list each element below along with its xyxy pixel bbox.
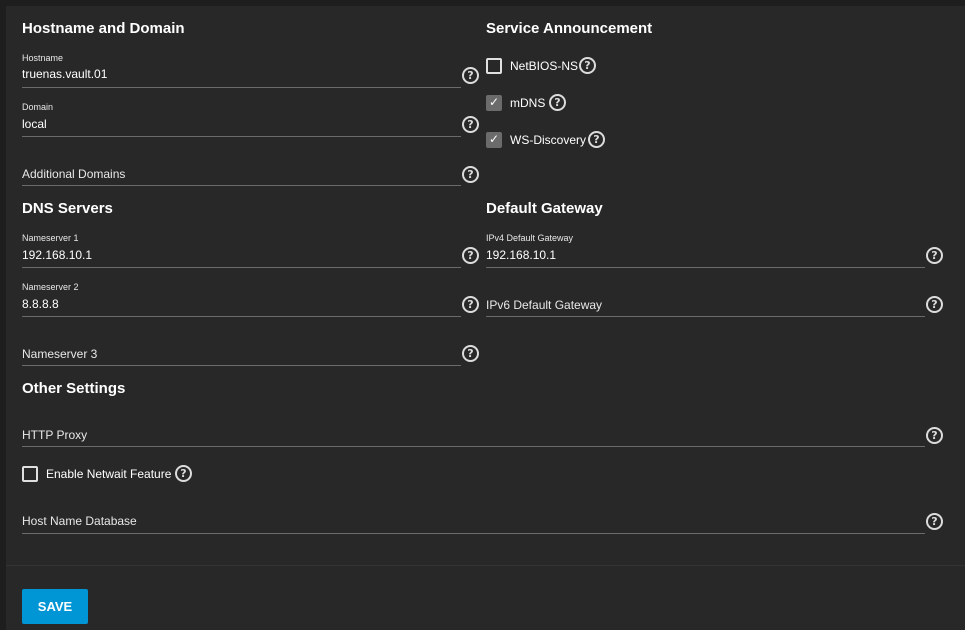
nameserver2-underline <box>22 316 461 317</box>
nameserver2-input[interactable]: 8.8.8.8 <box>22 297 460 311</box>
help-circle-icon[interactable]: ? <box>462 247 479 264</box>
domain-label: Domain <box>22 102 54 112</box>
nameserver1-label: Nameserver 1 <box>22 233 79 243</box>
additional-domains-input[interactable]: Additional Domains <box>22 167 460 181</box>
nameserver1-input[interactable]: 192.168.10.1 <box>22 248 460 262</box>
section-title-dns-servers: DNS Servers <box>22 200 113 217</box>
help-circle-icon[interactable]: ? <box>462 116 479 133</box>
help-circle-icon[interactable]: ? <box>926 247 943 264</box>
help-circle-icon[interactable]: ? <box>926 296 943 313</box>
help-circle-icon[interactable]: ? <box>462 345 479 362</box>
help-circle-icon[interactable]: ? <box>175 465 192 482</box>
help-circle-icon[interactable]: ? <box>926 513 943 530</box>
host-name-database-input[interactable]: Host Name Database <box>22 514 922 528</box>
help-circle-icon[interactable]: ? <box>926 427 943 444</box>
help-circle-icon[interactable]: ? <box>462 67 479 84</box>
footer-divider <box>6 565 965 566</box>
netwait-checkbox[interactable] <box>22 466 38 482</box>
section-title-hostname-domain: Hostname and Domain <box>22 20 185 37</box>
nameserver1-underline <box>22 267 461 268</box>
additional-domains-underline <box>22 185 461 186</box>
save-button[interactable]: SAVE <box>22 589 88 624</box>
http-proxy-input[interactable]: HTTP Proxy <box>22 428 922 442</box>
ipv6-gateway-underline <box>486 316 925 317</box>
help-circle-icon[interactable]: ? <box>462 166 479 183</box>
http-proxy-underline <box>22 446 925 447</box>
nameserver2-label: Nameserver 2 <box>22 282 79 292</box>
netbios-ns-checkbox[interactable] <box>486 58 502 74</box>
help-circle-icon[interactable]: ? <box>549 94 566 111</box>
mdns-label: mDNS <box>510 96 546 110</box>
help-circle-icon[interactable]: ? <box>579 57 596 74</box>
netbios-ns-label: NetBIOS-NS <box>510 59 579 73</box>
section-title-service-announcement: Service Announcement <box>486 20 653 37</box>
help-circle-icon[interactable]: ? <box>462 296 479 313</box>
ipv6-gateway-input[interactable]: IPv6 Default Gateway <box>486 298 924 312</box>
hostname-input[interactable]: truenas.vault.01 <box>22 67 460 81</box>
netwait-label: Enable Netwait Feature <box>46 467 172 481</box>
checkmark-icon: ✓ <box>489 132 500 146</box>
mdns-checkbox[interactable]: ✓ <box>486 95 502 111</box>
hostname-label: Hostname <box>22 53 64 63</box>
domain-input[interactable]: local <box>22 117 460 131</box>
section-title-default-gateway: Default Gateway <box>486 200 603 217</box>
ipv4-gateway-input[interactable]: 192.168.10.1 <box>486 248 924 262</box>
ipv4-gateway-underline <box>486 267 925 268</box>
nameserver3-underline <box>22 365 461 366</box>
host-name-database-underline <box>22 533 925 534</box>
hostname-underline <box>22 87 461 88</box>
section-title-other-settings: Other Settings <box>22 380 126 397</box>
help-circle-icon[interactable]: ? <box>588 131 605 148</box>
ws-discovery-label: WS-Discovery <box>510 133 587 147</box>
ipv4-gateway-label: IPv4 Default Gateway <box>486 233 574 243</box>
ws-discovery-checkbox[interactable]: ✓ <box>486 132 502 148</box>
domain-underline <box>22 136 461 137</box>
checkmark-icon: ✓ <box>489 95 500 109</box>
nameserver3-input[interactable]: Nameserver 3 <box>22 347 460 361</box>
